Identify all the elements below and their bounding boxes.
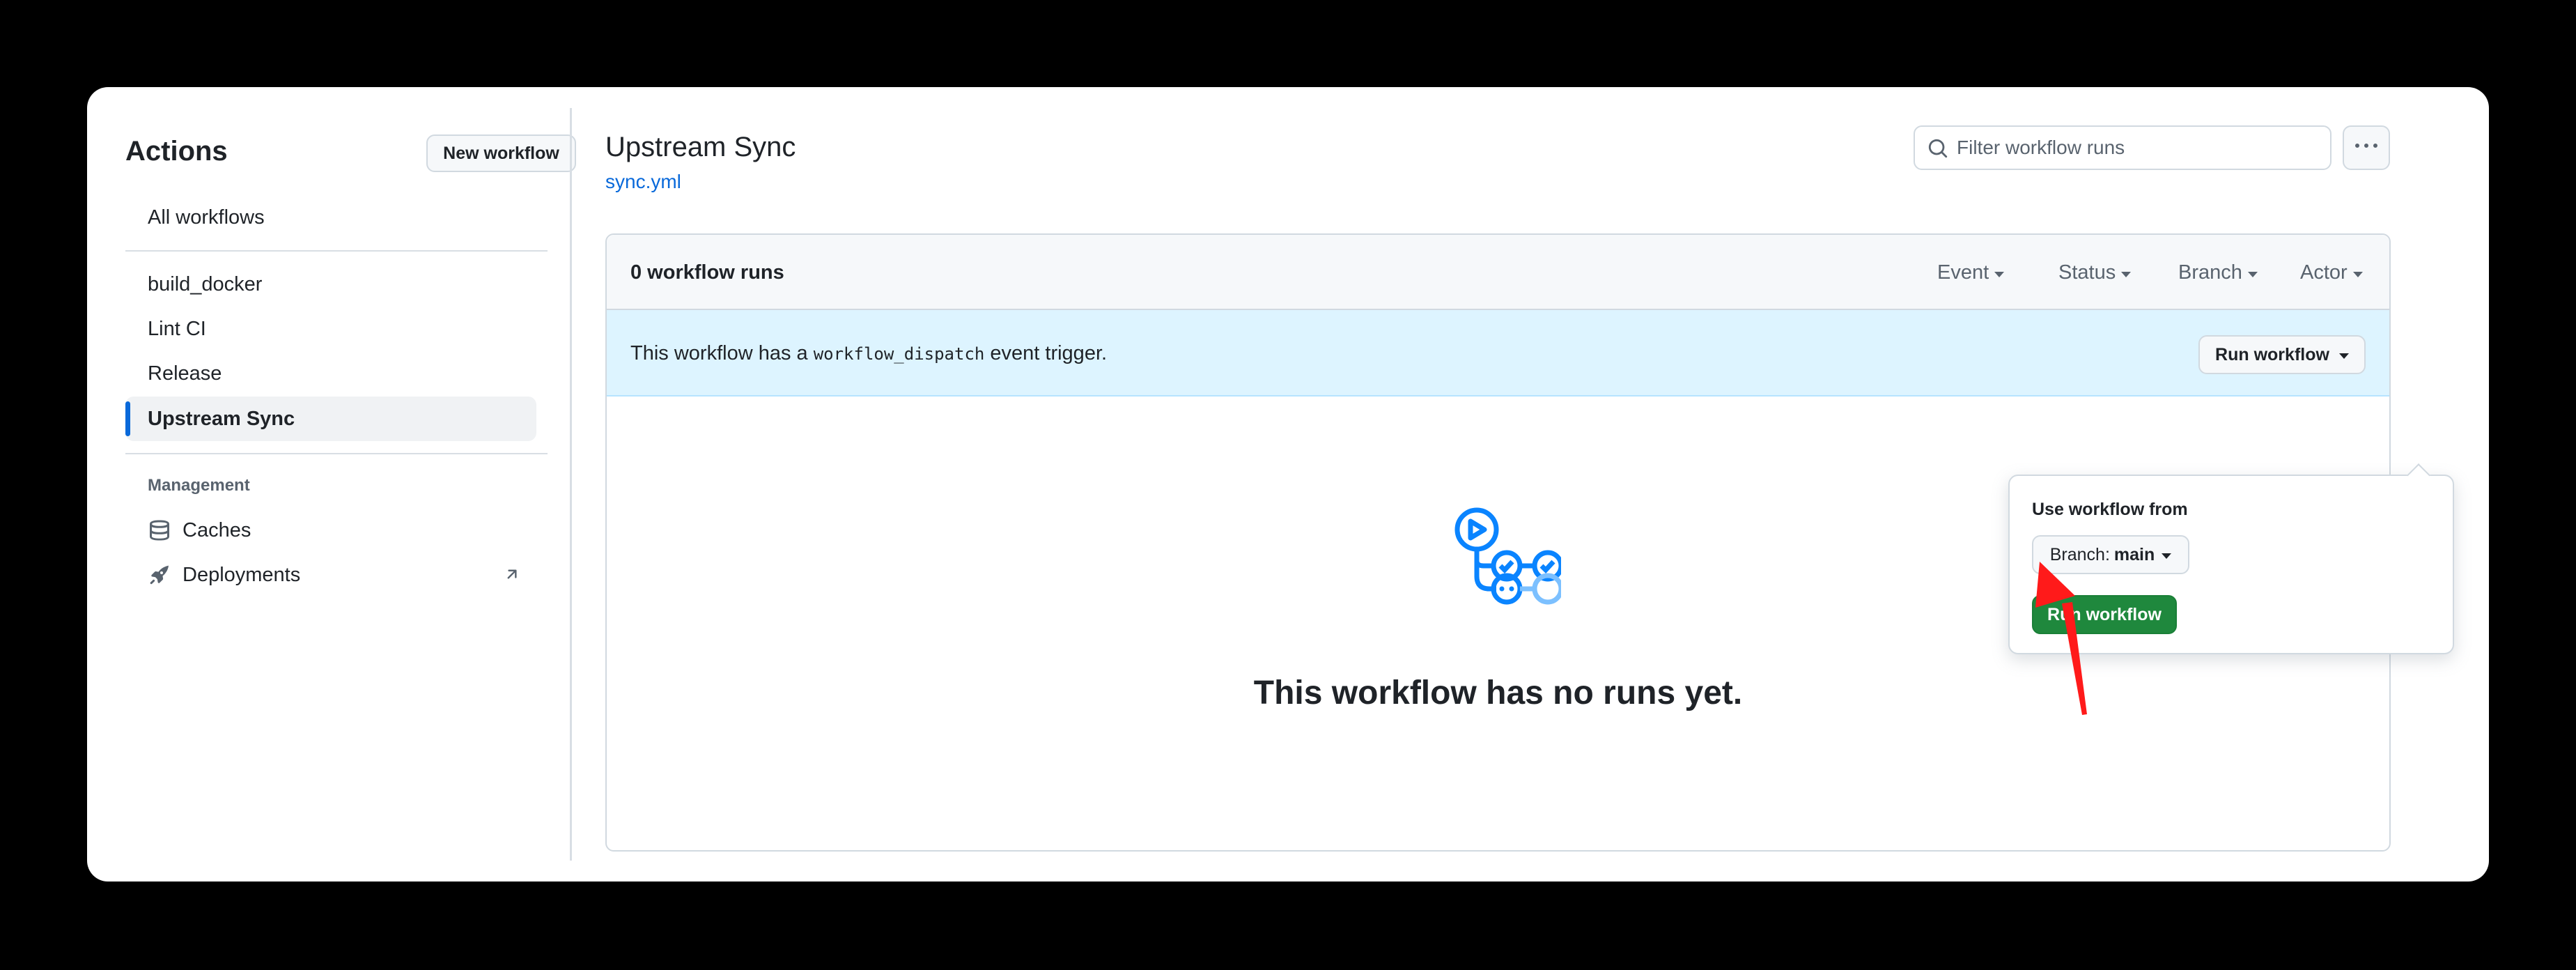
database-icon bbox=[148, 518, 171, 542]
page-title: Upstream Sync bbox=[605, 132, 796, 162]
workflow-file-link[interactable]: sync.yml bbox=[605, 171, 681, 193]
caret-down-icon bbox=[2247, 271, 2258, 277]
actor-filter[interactable]: Actor bbox=[2300, 261, 2363, 284]
sidebar-item-all-workflows[interactable]: All workflows bbox=[125, 195, 536, 240]
sidebar-item-deployments[interactable]: Deployments bbox=[125, 553, 536, 597]
management-section-label: Management bbox=[148, 476, 250, 495]
search-icon bbox=[1927, 138, 1948, 159]
sidebar-item-build-docker[interactable]: build_docker bbox=[125, 262, 536, 307]
filter-label: Actor bbox=[2300, 261, 2348, 284]
sidebar-separator bbox=[570, 108, 572, 861]
more-options-button[interactable] bbox=[2343, 125, 2390, 170]
sidebar-item-release[interactable]: Release bbox=[125, 351, 536, 396]
sidebar-item-caches[interactable]: Caches bbox=[125, 508, 536, 553]
caret-down-icon bbox=[2352, 271, 2363, 277]
caret-down-icon bbox=[2338, 353, 2349, 359]
run-workflow-dropdown-button[interactable]: Run workflow bbox=[2198, 335, 2366, 374]
sidebar-divider bbox=[125, 453, 548, 454]
sidebar: Actions New workflow All workflows build… bbox=[125, 87, 576, 882]
button-label: Run workflow bbox=[2215, 344, 2329, 364]
sidebar-item-upstream-sync[interactable]: Upstream Sync bbox=[125, 397, 536, 441]
active-item-marker bbox=[125, 401, 130, 436]
branch-filter[interactable]: Branch bbox=[2178, 261, 2258, 284]
filter-label: Branch bbox=[2178, 261, 2242, 284]
runs-count: 0 workflow runs bbox=[630, 261, 784, 284]
dispatch-banner: This workflow has a workflow_dispatch ev… bbox=[607, 310, 2389, 397]
rocket-icon bbox=[148, 563, 171, 587]
branch-value: main bbox=[2113, 544, 2155, 564]
runs-header: 0 workflow runs Event Status Branch Acto… bbox=[607, 235, 2389, 310]
sidebar-divider bbox=[125, 250, 548, 252]
branch-prefix: Branch: bbox=[2049, 544, 2110, 564]
workflow-graph-icon bbox=[1443, 500, 1564, 618]
run-workflow-button[interactable]: Run workflow bbox=[2032, 595, 2177, 634]
branch-select-button[interactable]: Branch: main bbox=[2032, 535, 2189, 574]
caret-down-icon bbox=[1994, 271, 2005, 277]
sidebar-item-lint-ci[interactable]: Lint CI bbox=[125, 307, 536, 351]
sidebar-item-label: Deployments bbox=[183, 563, 301, 586]
dispatch-message: This workflow has a workflow_dispatch ev… bbox=[630, 342, 1107, 365]
status-filter[interactable]: Status bbox=[2058, 261, 2132, 284]
use-workflow-from-label: Use workflow from bbox=[2032, 500, 2188, 519]
new-workflow-button[interactable]: New workflow bbox=[426, 134, 576, 172]
filter-label: Event bbox=[1937, 261, 1989, 284]
arrow-up-right-icon bbox=[503, 565, 521, 583]
kebab-horizontal-icon bbox=[2355, 135, 2377, 161]
sidebar-item-label: Caches bbox=[183, 518, 251, 541]
app-window: Actions New workflow All workflows build… bbox=[87, 87, 2489, 882]
empty-state-message: This workflow has no runs yet. bbox=[1253, 675, 1743, 711]
run-workflow-popover: Use workflow from Branch: main Run workf… bbox=[2008, 475, 2454, 654]
filter-label: Status bbox=[2058, 261, 2116, 284]
caret-down-icon bbox=[2121, 271, 2132, 277]
sidebar-title: Actions bbox=[125, 136, 228, 167]
dispatch-prefix: This workflow has a bbox=[630, 342, 814, 364]
dispatch-suffix: event trigger. bbox=[984, 342, 1108, 364]
caret-down-icon bbox=[2162, 553, 2172, 559]
filter-placeholder: Filter workflow runs bbox=[1957, 137, 2125, 158]
event-filter[interactable]: Event bbox=[1937, 261, 2005, 284]
filter-runs-input[interactable]: Filter workflow runs bbox=[1914, 125, 2331, 170]
dispatch-code: workflow_dispatch bbox=[813, 344, 985, 364]
